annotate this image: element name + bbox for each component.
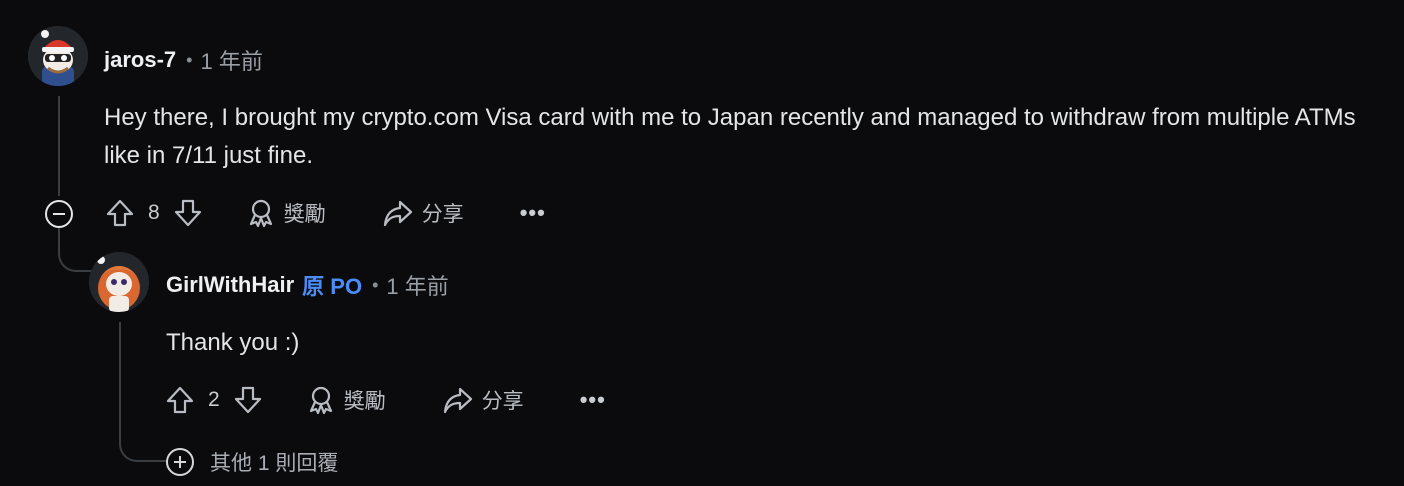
snoo-avatar-red-hair-icon	[89, 252, 149, 312]
comment-thread: jaros-7 • 1 年前 Hey there, I brought my c…	[0, 0, 1404, 486]
avatar[interactable]	[28, 26, 88, 86]
meta-separator: •	[372, 274, 379, 295]
upvote-button[interactable]	[164, 384, 196, 416]
upvote-arrow-icon	[106, 199, 134, 227]
reply-author[interactable]: GirlWithHair	[166, 272, 294, 298]
share-button[interactable]: 分享	[442, 385, 524, 415]
comment-body: Hey there, I brought my crypto.com Visa …	[104, 104, 1356, 169]
share-arrow-icon	[383, 200, 412, 227]
award-ribbon-icon	[249, 199, 272, 228]
upvote-button[interactable]	[104, 197, 136, 229]
reply-thread-line	[119, 322, 121, 432]
more-replies-branch-line	[119, 420, 169, 462]
vote-score: 2	[208, 388, 220, 411]
snoo-avatar-santa-hat-icon	[28, 26, 88, 86]
reply-timestamp[interactable]: 1 年前	[386, 269, 448, 301]
reply-body: Thank you :)	[166, 329, 300, 356]
share-arrow-icon	[443, 387, 472, 414]
award-ribbon-icon	[309, 386, 332, 415]
comment-header: jaros-7 • 1 年前	[104, 44, 263, 76]
avatar[interactable]	[89, 252, 149, 312]
reply-action-bar: 2 獎勵 分享 •••	[164, 380, 606, 420]
thread-branch-line	[58, 228, 98, 272]
award-button[interactable]: 獎勵	[306, 385, 386, 415]
thread-line	[58, 96, 60, 196]
share-button[interactable]: 分享	[382, 198, 464, 228]
award-label: 獎勵	[343, 390, 386, 413]
award-label: 獎勵	[283, 203, 326, 226]
share-label: 分享	[421, 203, 464, 226]
vote-score: 8	[148, 201, 160, 224]
expand-plus-icon	[166, 448, 194, 476]
more-options-button[interactable]: •••	[520, 200, 546, 226]
reply-header: GirlWithHair 原 PO • 1 年前	[166, 269, 449, 301]
comment-timestamp[interactable]: 1 年前	[200, 44, 262, 76]
share-label: 分享	[481, 390, 524, 413]
meta-separator: •	[186, 49, 193, 70]
downvote-arrow-icon	[234, 386, 261, 414]
op-badge: 原 PO	[302, 274, 363, 299]
collapse-thread-button[interactable]	[45, 200, 73, 228]
comment-action-bar: 8 獎勵 分享 •••	[104, 193, 546, 233]
award-button[interactable]: 獎勵	[246, 198, 326, 228]
comment-author[interactable]: jaros-7	[104, 47, 176, 73]
downvote-button[interactable]	[172, 197, 204, 229]
downvote-arrow-icon	[174, 199, 201, 227]
more-replies-link[interactable]: 其他 1 則回覆	[166, 447, 338, 477]
more-replies-label: 其他 1 則回覆	[210, 452, 339, 475]
downvote-button[interactable]	[232, 384, 264, 416]
more-options-button[interactable]: •••	[580, 387, 606, 413]
upvote-arrow-icon	[166, 386, 194, 414]
